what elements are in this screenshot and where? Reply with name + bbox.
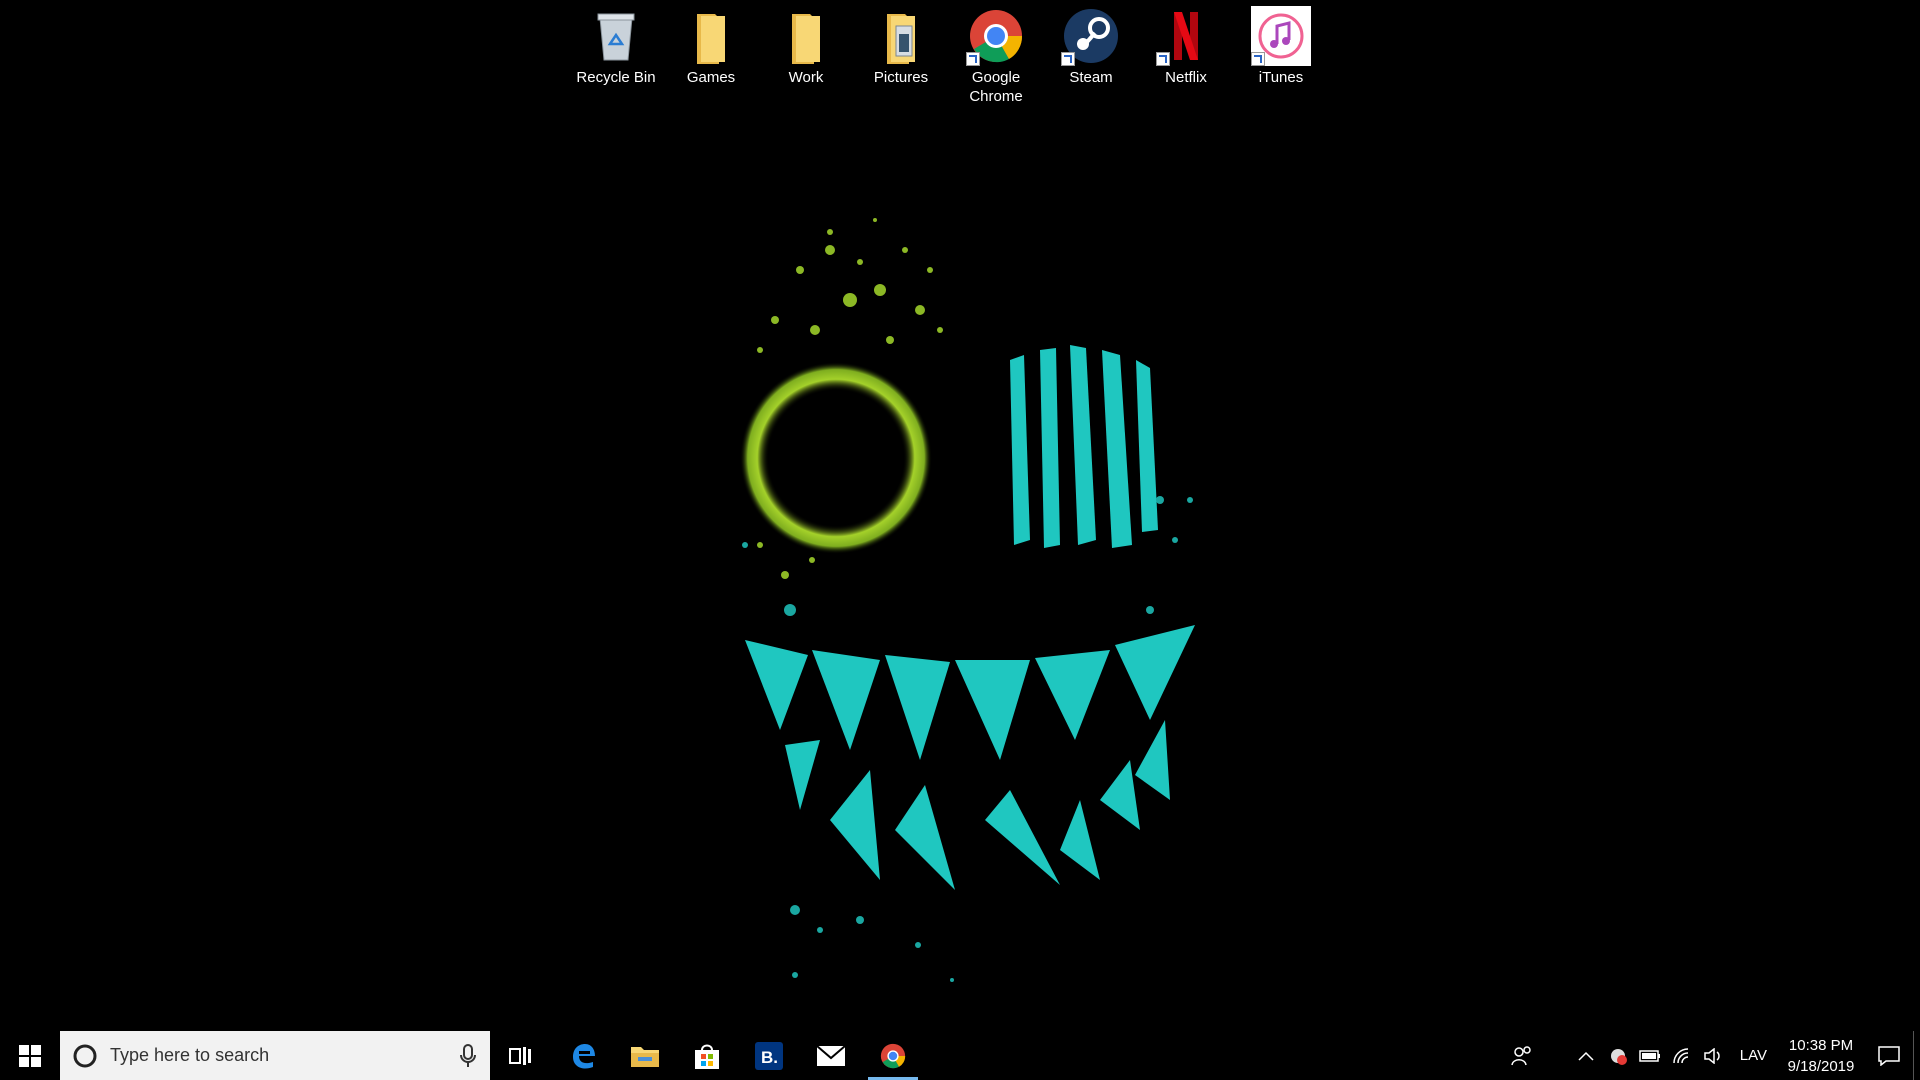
clock-time: 10:38 PM: [1788, 1036, 1854, 1054]
notification-icon: [1878, 1045, 1900, 1066]
desktop-icon-label: Recycle Bin: [576, 69, 656, 86]
folder-icon: [681, 6, 741, 66]
desktop-icon-label: Steam: [1069, 69, 1113, 86]
system-tray: LAV 10:38 PM 9/18/2019: [1498, 1031, 1920, 1080]
desktop-icon-google-chrome[interactable]: Google Chrome: [951, 6, 1041, 106]
speaker-icon: [1704, 1047, 1720, 1064]
desktop-icon-label: Work: [788, 69, 824, 86]
cortana-circle-icon: [73, 1044, 97, 1067]
desktop[interactable]: Recycle Bin Games Work Pictures Google C…: [0, 0, 1920, 1031]
mail-icon: [816, 1044, 846, 1066]
people-icon: [1511, 1045, 1531, 1065]
chrome-icon: [966, 6, 1026, 66]
taskbar-mail[interactable]: [800, 1031, 862, 1080]
taskbar-file-explorer[interactable]: [614, 1031, 676, 1080]
desktop-icon-label: Pictures: [873, 69, 929, 86]
pictures-folder-icon: [871, 6, 931, 66]
itunes-icon: [1251, 6, 1311, 66]
volume-button[interactable]: [1698, 1031, 1730, 1080]
taskbar-store[interactable]: [676, 1031, 738, 1080]
search-input[interactable]: Type here to search: [60, 1031, 490, 1080]
desktop-icon-netflix[interactable]: Netflix: [1141, 6, 1231, 87]
windows-logo-icon: [19, 1044, 41, 1067]
steam-icon: [1061, 6, 1121, 66]
desktop-icon-pictures[interactable]: Pictures: [856, 6, 946, 87]
desktop-icon-recycle-bin[interactable]: Recycle Bin: [571, 6, 661, 87]
svg-text:B.: B.: [761, 1048, 778, 1067]
show-hidden-icons-button[interactable]: [1570, 1031, 1602, 1080]
recycle-bin-icon: [586, 6, 646, 66]
shortcut-arrow-icon: [1061, 52, 1075, 66]
search-placeholder: Type here to search: [110, 1045, 270, 1065]
folder-icon: [776, 6, 836, 66]
taskbar-chrome[interactable]: [862, 1031, 924, 1080]
desktop-icon-work[interactable]: Work: [761, 6, 851, 87]
battery-icon: [1639, 1049, 1660, 1062]
input-language-indicator[interactable]: LAV: [1730, 1047, 1777, 1064]
shortcut-arrow-icon: [1251, 52, 1265, 66]
security-app-icon: [1610, 1048, 1627, 1065]
clock-date: 9/18/2019: [1787, 1057, 1855, 1075]
wifi-icon: [1673, 1047, 1688, 1063]
people-button[interactable]: [1498, 1031, 1546, 1080]
wallpaper-face: [740, 218, 1195, 982]
folder-icon: [631, 1046, 659, 1067]
task-view-button[interactable]: [490, 1031, 552, 1080]
clock[interactable]: 10:38 PM 9/18/2019: [1777, 1035, 1865, 1077]
shortcut-arrow-icon: [1156, 52, 1170, 66]
left-eye-ring: [740, 362, 932, 554]
desktop-icon-label: Google Chrome: [969, 69, 1023, 105]
netflix-icon: [1156, 6, 1216, 66]
booking-icon: B.: [755, 1041, 783, 1070]
edge-icon: [573, 1043, 595, 1069]
taskbar-edge[interactable]: [552, 1031, 614, 1080]
desktop-icon-label: iTunes: [1258, 69, 1304, 86]
taskbar: Type here to search B. LAV 10:38 PM 9/18…: [0, 1031, 1920, 1080]
show-desktop-button[interactable]: [1913, 1031, 1920, 1080]
teal-splatter: [742, 496, 1193, 982]
chrome-icon: [880, 1043, 906, 1068]
right-eye-stripes: [1010, 345, 1158, 548]
action-center-button[interactable]: [1865, 1031, 1913, 1080]
teeth: [745, 625, 1195, 890]
microphone-icon[interactable]: [460, 1043, 476, 1068]
desktop-icon-steam[interactable]: Steam: [1046, 6, 1136, 87]
desktop-icon-itunes[interactable]: iTunes: [1236, 6, 1326, 87]
tray-app-button[interactable]: [1602, 1031, 1634, 1080]
battery-button[interactable]: [1634, 1031, 1666, 1080]
chevron-up-icon: [1578, 1051, 1594, 1061]
desktop-icon-label: Games: [686, 69, 736, 86]
task-view-icon: [509, 1046, 531, 1065]
desktop-icon-games[interactable]: Games: [666, 6, 756, 87]
network-button[interactable]: [1666, 1031, 1698, 1080]
desktop-icon-label: Netflix: [1165, 69, 1207, 86]
start-button[interactable]: [0, 1031, 60, 1080]
shortcut-arrow-icon: [966, 52, 980, 66]
store-icon: [695, 1044, 719, 1069]
taskbar-booking[interactable]: B.: [738, 1031, 800, 1080]
